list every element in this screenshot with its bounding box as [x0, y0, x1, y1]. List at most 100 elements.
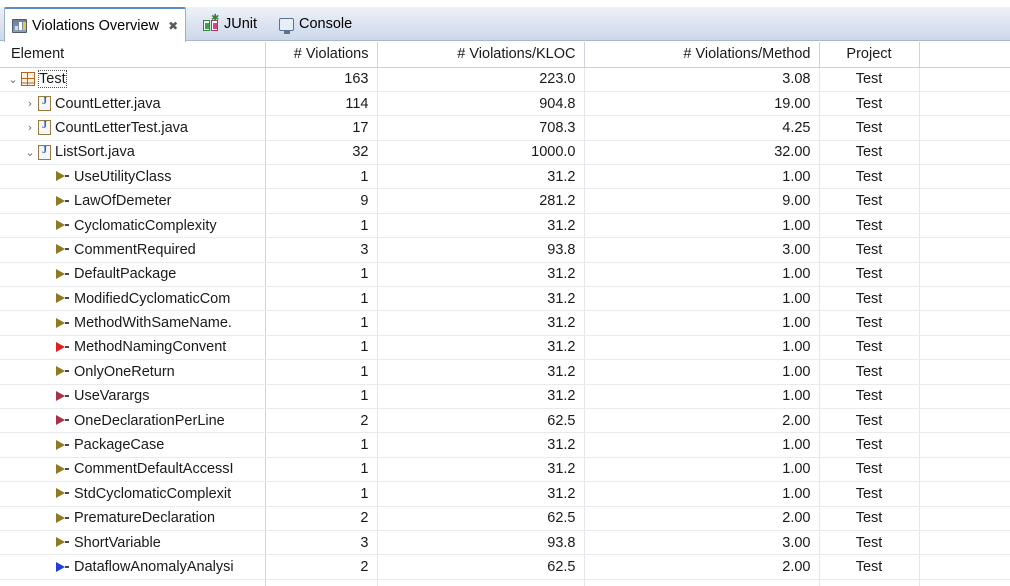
column-header-violations[interactable]: # Violations [265, 42, 378, 68]
rule-marker-icon [56, 243, 70, 256]
table-row[interactable]: · OnlyOneReturn 131.21.00Test [0, 359, 1010, 385]
cell-project: Test [819, 408, 920, 434]
chevron-right-icon[interactable]: › [22, 122, 38, 133]
java-file-icon [38, 96, 51, 112]
cell-violations-per-method: 2.00 [584, 408, 820, 434]
cell-element[interactable]: › CountLetterTest.java [0, 115, 266, 141]
table-row[interactable]: · UseUtilityClass 131.21.00Test [0, 164, 1010, 190]
cell-spacer [919, 408, 1010, 434]
chevron-down-icon[interactable]: ⌄ [5, 74, 21, 85]
table-row[interactable]: · PrematureDeclaration 262.52.00Test [0, 506, 1010, 531]
project-grid-icon [20, 71, 35, 87]
cell-element[interactable] [0, 579, 266, 586]
cell-element[interactable]: · PrematureDeclaration [0, 506, 266, 531]
cell-element[interactable]: · DataflowAnomalyAnalysi [0, 554, 266, 580]
cell-element[interactable]: · OneDeclarationPerLine [0, 408, 266, 434]
rule-marker-icon [56, 512, 70, 525]
table-row[interactable]: · OneDeclarationPerLine 262.52.00Test [0, 408, 1010, 434]
element-label: PrematureDeclaration [74, 510, 216, 527]
table-row[interactable]: · LawOfDemeter 9281.29.00Test [0, 188, 1010, 214]
element-label: ListSort.java [55, 144, 135, 161]
cell-spacer [919, 115, 1010, 141]
cell-element[interactable]: · CommentRequired [0, 237, 266, 263]
table-row[interactable]: · CommentRequired 393.83.00Test [0, 237, 1010, 263]
table-row[interactable]: · CommentDefaultAccessI 131.21.00Test [0, 457, 1010, 483]
tab-violations-overview[interactable]: Violations Overview ✖ [4, 7, 187, 42]
cell-element[interactable]: · CyclomaticComplexity [0, 213, 266, 239]
twisty-spacer: · [40, 269, 56, 280]
cell-spacer [919, 67, 1010, 92]
rule-marker-icon [56, 219, 70, 232]
rule-marker-icon [56, 561, 70, 574]
cell-element[interactable]: ⌄ ListSort.java [0, 140, 266, 166]
column-header-violations-per-kloc[interactable]: # Violations/KLOC [377, 42, 585, 68]
cell-project: Test [819, 481, 920, 507]
cell-element[interactable]: · OnlyOneReturn [0, 359, 266, 385]
table-row[interactable]: · MethodWithSameName. 131.21.00Test [0, 310, 1010, 336]
rule-marker-icon [56, 439, 70, 452]
cell-project: Test [819, 262, 920, 288]
table-row[interactable]: · DefaultPackage 131.21.00Test [0, 262, 1010, 288]
cell-violations-per-method [584, 579, 820, 586]
rule-marker-icon [56, 487, 70, 500]
cell-element[interactable]: · LawOfDemeter [0, 188, 266, 214]
table-row[interactable]: · UseVarargs 131.21.00Test [0, 384, 1010, 409]
table-row[interactable]: › CountLetter.java 114904.819.00Test [0, 91, 1010, 117]
chevron-down-icon[interactable]: ⌄ [22, 147, 38, 158]
cell-element[interactable]: · UseVarargs [0, 384, 266, 409]
twisty-spacer: · [40, 293, 56, 304]
cell-element[interactable]: · StdCyclomaticComplexit [0, 481, 266, 507]
cell-element[interactable]: ⌄ Test [0, 67, 266, 92]
cell-violations: 1 [265, 286, 378, 312]
element-label: LawOfDemeter [74, 193, 172, 210]
table-row[interactable]: · ShortVariable 393.83.00Test [0, 530, 1010, 556]
rule-marker-icon [56, 170, 70, 183]
cell-element[interactable]: · ModifiedCyclomaticCom [0, 286, 266, 312]
table-row[interactable]: ⌄ ListSort.java 321000.032.00Test [0, 140, 1010, 166]
cell-element[interactable]: · ShortVariable [0, 530, 266, 556]
cell-violations-per-kloc: 31.2 [377, 164, 585, 190]
cell-project: Test [819, 140, 920, 166]
cell-element[interactable]: · DefaultPackage [0, 262, 266, 288]
tab-console[interactable]: Console [272, 7, 359, 41]
cell-element[interactable]: › CountLetter.java [0, 91, 266, 117]
column-header-element[interactable]: Element [0, 42, 266, 68]
cell-spacer [919, 481, 1010, 507]
table-row[interactable]: · StdCyclomaticComplexit 131.21.00Test [0, 481, 1010, 507]
cell-spacer [919, 237, 1010, 263]
twisty-spacer: · [40, 391, 56, 402]
chevron-right-icon[interactable]: › [22, 98, 38, 109]
tab-junit[interactable]: ✱ JUnit [196, 7, 264, 41]
table-row[interactable]: · MethodNamingConvent 131.21.00Test [0, 335, 1010, 361]
violations-table-container[interactable]: Element # Violations # Violations/KLOC #… [0, 42, 1010, 586]
cell-violations-per-kloc: 93.8 [377, 237, 585, 263]
cell-violations: 2 [265, 554, 378, 580]
cell-spacer [919, 457, 1010, 483]
table-row[interactable]: · DataflowAnomalyAnalysi 262.52.00Test [0, 554, 1010, 580]
cell-violations-per-kloc: 31.2 [377, 213, 585, 239]
cell-violations-per-method: 9.00 [584, 188, 820, 214]
column-header-violations-per-method[interactable]: # Violations/Method [584, 42, 820, 68]
cell-violations-per-kloc: 62.5 [377, 554, 585, 580]
cell-element[interactable]: · CommentDefaultAccessI [0, 457, 266, 483]
close-icon[interactable]: ✖ [168, 20, 178, 32]
cell-element[interactable]: · UseUtilityClass [0, 164, 266, 190]
cell-element[interactable]: · MethodWithSameName. [0, 310, 266, 336]
cell-element[interactable]: · PackageCase [0, 432, 266, 458]
table-row[interactable]: · ModifiedCyclomaticCom 131.21.00Test [0, 286, 1010, 312]
element-label: ShortVariable [74, 534, 161, 551]
table-row[interactable]: ⌄ Test 163 223.0 3.08 Test [0, 67, 1010, 92]
table-row[interactable]: · PackageCase 131.21.00Test [0, 432, 1010, 458]
twisty-spacer: · [40, 562, 56, 573]
cell-violations: 1 [265, 359, 378, 385]
column-header-project[interactable]: Project [819, 42, 920, 68]
cell-violations-per-method: 1.00 [584, 359, 820, 385]
table-row[interactable]: › CountLetterTest.java 17708.34.25Test [0, 115, 1010, 141]
cell-violations-per-method: 1.00 [584, 335, 820, 361]
table-row[interactable] [0, 579, 1010, 586]
cell-element[interactable]: · MethodNamingConvent [0, 335, 266, 361]
cell-violations-per-method: 1.00 [584, 457, 820, 483]
cell-violations: 3 [265, 237, 378, 263]
table-row[interactable]: · CyclomaticComplexity 131.21.00Test [0, 213, 1010, 239]
cell-spacer [919, 554, 1010, 580]
